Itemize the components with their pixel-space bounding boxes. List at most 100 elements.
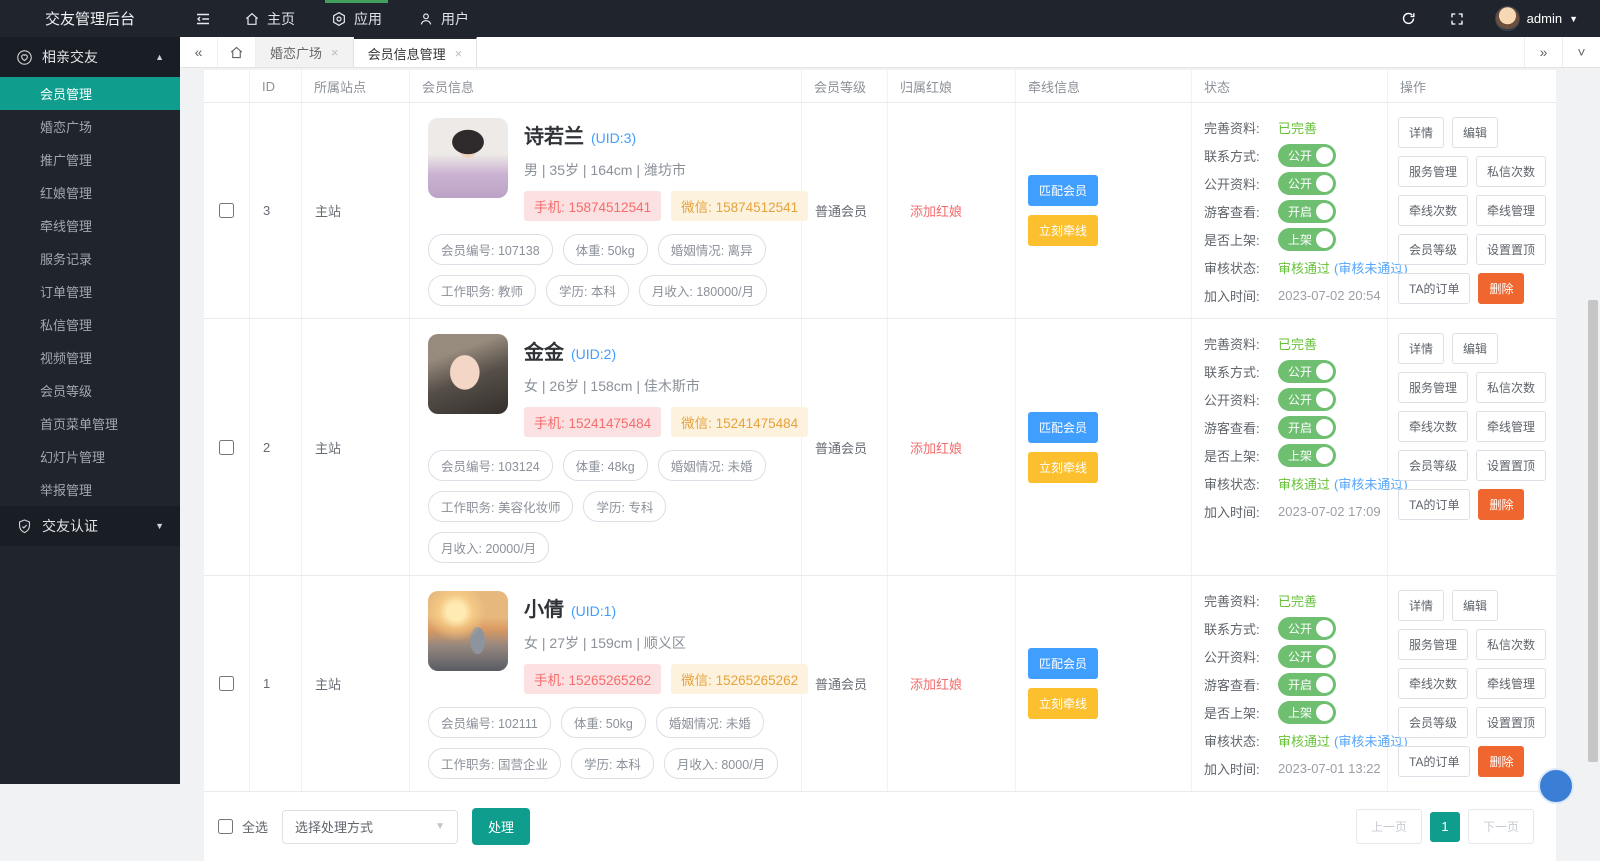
add-matchmaker-link[interactable]: 添加红娘 <box>910 438 962 457</box>
contact-toggle[interactable]: 公开 <box>1278 144 1336 167</box>
detail-button[interactable]: 详情 <box>1398 333 1444 364</box>
listed-toggle[interactable]: 上架 <box>1278 228 1336 251</box>
match-member-button[interactable]: 匹配会员 <box>1028 648 1098 679</box>
fullscreen-icon[interactable] <box>1447 9 1467 29</box>
tab-member-info[interactable]: 会员信息管理 × <box>354 37 478 67</box>
topnav-users[interactable]: 用户 <box>400 0 487 37</box>
member-uid[interactable]: (UID:2) <box>571 346 616 362</box>
add-matchmaker-link[interactable]: 添加红娘 <box>910 201 962 220</box>
detail-button[interactable]: 详情 <box>1398 117 1444 148</box>
tab-home-icon[interactable] <box>218 37 256 67</box>
user-menu[interactable]: admin ▼ <box>1495 6 1578 31</box>
process-mode-select[interactable]: 选择处理方式 ▼ <box>282 810 458 844</box>
scrollbar-thumb[interactable] <box>1588 300 1598 762</box>
topnav-home[interactable]: 主页 <box>226 0 313 37</box>
public-profile-toggle[interactable]: 公开 <box>1278 645 1336 668</box>
tabs-scroll-left-icon[interactable]: « <box>180 37 218 67</box>
sidebar-item-promotion[interactable]: 推广管理 <box>0 143 180 176</box>
close-icon[interactable]: × <box>331 45 339 60</box>
service-manage-button[interactable]: 服务管理 <box>1398 629 1468 660</box>
line-manage-button[interactable]: 牵线管理 <box>1476 411 1546 442</box>
listed-toggle[interactable]: 上架 <box>1278 444 1336 467</box>
delete-button[interactable]: 删除 <box>1478 273 1524 304</box>
delete-button[interactable]: 删除 <box>1478 489 1524 520</box>
member-uid[interactable]: (UID:1) <box>571 603 616 619</box>
refresh-icon[interactable] <box>1399 9 1419 29</box>
contact-toggle[interactable]: 公开 <box>1278 617 1336 640</box>
join-time: 2023-07-02 17:09 <box>1278 504 1381 519</box>
tabs-scroll-right-icon[interactable]: » <box>1524 37 1562 67</box>
member-level-button[interactable]: 会员等级 <box>1398 234 1468 265</box>
edit-button[interactable]: 编辑 <box>1452 117 1498 148</box>
topnav-apps[interactable]: 应用 <box>313 0 400 37</box>
tab-marriage-plaza[interactable]: 婚恋广场 × <box>256 37 354 67</box>
message-count-button[interactable]: 私信次数 <box>1476 372 1546 403</box>
sidebar-item-service-records[interactable]: 服务记录 <box>0 242 180 275</box>
guest-view-toggle[interactable]: 开启 <box>1278 673 1336 696</box>
select-all-checkbox[interactable] <box>218 819 233 834</box>
sidebar-item-members[interactable]: 会员管理 <box>0 77 180 110</box>
line-count-button[interactable]: 牵线次数 <box>1398 195 1468 226</box>
edit-button[interactable]: 编辑 <box>1452 333 1498 364</box>
sidebar-item-videos[interactable]: 视频管理 <box>0 341 180 374</box>
row-checkbox[interactable] <box>219 676 234 691</box>
add-matchmaker-link[interactable]: 添加红娘 <box>910 674 962 693</box>
table-row: 2 主站 金金 (UID:2) 女 | 26岁 | 158cm | 佳木斯市 手… <box>204 319 1556 576</box>
match-now-button[interactable]: 立刻牵线 <box>1028 452 1098 483</box>
next-page-button[interactable]: 下一页 <box>1468 809 1534 844</box>
sidebar-item-slides[interactable]: 幻灯片管理 <box>0 440 180 473</box>
match-member-button[interactable]: 匹配会员 <box>1028 412 1098 443</box>
orders-button[interactable]: TA的订单 <box>1398 489 1470 520</box>
member-level-button[interactable]: 会员等级 <box>1398 707 1468 738</box>
service-manage-button[interactable]: 服务管理 <box>1398 372 1468 403</box>
sidebar-item-home-menu[interactable]: 首页菜单管理 <box>0 407 180 440</box>
public-profile-toggle[interactable]: 公开 <box>1278 172 1336 195</box>
contact-toggle[interactable]: 公开 <box>1278 360 1336 383</box>
sidebar-item-matchline[interactable]: 牵线管理 <box>0 209 180 242</box>
match-now-button[interactable]: 立刻牵线 <box>1028 688 1098 719</box>
current-page[interactable]: 1 <box>1430 812 1460 842</box>
orders-button[interactable]: TA的订单 <box>1398 273 1470 304</box>
message-count-button[interactable]: 私信次数 <box>1476 629 1546 660</box>
detail-button[interactable]: 详情 <box>1398 590 1444 621</box>
row-checkbox[interactable] <box>219 203 234 218</box>
prev-page-button[interactable]: 上一页 <box>1356 809 1422 844</box>
sidebar-item-orders[interactable]: 订单管理 <box>0 275 180 308</box>
message-count-button[interactable]: 私信次数 <box>1476 156 1546 187</box>
service-manage-button[interactable]: 服务管理 <box>1398 156 1468 187</box>
member-info-cell: 诗若兰 (UID:3) 男 | 35岁 | 164cm | 潍坊市 手机: 15… <box>410 103 802 318</box>
match-member-button[interactable]: 匹配会员 <box>1028 175 1098 206</box>
line-count-button[interactable]: 牵线次数 <box>1398 668 1468 699</box>
sidebar-item-matchmakers[interactable]: 红娘管理 <box>0 176 180 209</box>
member-uid[interactable]: (UID:3) <box>591 130 636 146</box>
public-profile-toggle[interactable]: 公开 <box>1278 388 1336 411</box>
select-all[interactable]: 全选 <box>218 817 268 836</box>
guest-view-toggle[interactable]: 开启 <box>1278 200 1336 223</box>
member-tag: 体重: 50kg <box>561 707 646 738</box>
guest-view-toggle[interactable]: 开启 <box>1278 416 1336 439</box>
orders-button[interactable]: TA的订单 <box>1398 746 1470 777</box>
match-now-button[interactable]: 立刻牵线 <box>1028 215 1098 246</box>
tabs-menu-icon[interactable]: ˅ <box>1562 37 1600 67</box>
set-top-button[interactable]: 设置置顶 <box>1476 707 1546 738</box>
process-button[interactable]: 处理 <box>472 808 530 845</box>
delete-button[interactable]: 删除 <box>1478 746 1524 777</box>
line-manage-button[interactable]: 牵线管理 <box>1476 195 1546 226</box>
sidebar-item-messages[interactable]: 私信管理 <box>0 308 180 341</box>
shield-icon <box>16 518 33 535</box>
set-top-button[interactable]: 设置置顶 <box>1476 234 1546 265</box>
sidebar-item-member-levels[interactable]: 会员等级 <box>0 374 180 407</box>
sidebar-group-dating[interactable]: 相亲交友 ▲ <box>0 37 180 77</box>
line-count-button[interactable]: 牵线次数 <box>1398 411 1468 442</box>
edit-button[interactable]: 编辑 <box>1452 590 1498 621</box>
member-level-button[interactable]: 会员等级 <box>1398 450 1468 481</box>
sidebar-collapse-icon[interactable] <box>180 0 226 37</box>
sidebar-group-verification[interactable]: 交友认证 ▼ <box>0 506 180 546</box>
set-top-button[interactable]: 设置置顶 <box>1476 450 1546 481</box>
line-manage-button[interactable]: 牵线管理 <box>1476 668 1546 699</box>
listed-toggle[interactable]: 上架 <box>1278 701 1336 724</box>
close-icon[interactable]: × <box>455 46 463 61</box>
row-checkbox[interactable] <box>219 440 234 455</box>
sidebar-item-reports[interactable]: 举报管理 <box>0 473 180 506</box>
sidebar-item-marriage-plaza[interactable]: 婚恋广场 <box>0 110 180 143</box>
